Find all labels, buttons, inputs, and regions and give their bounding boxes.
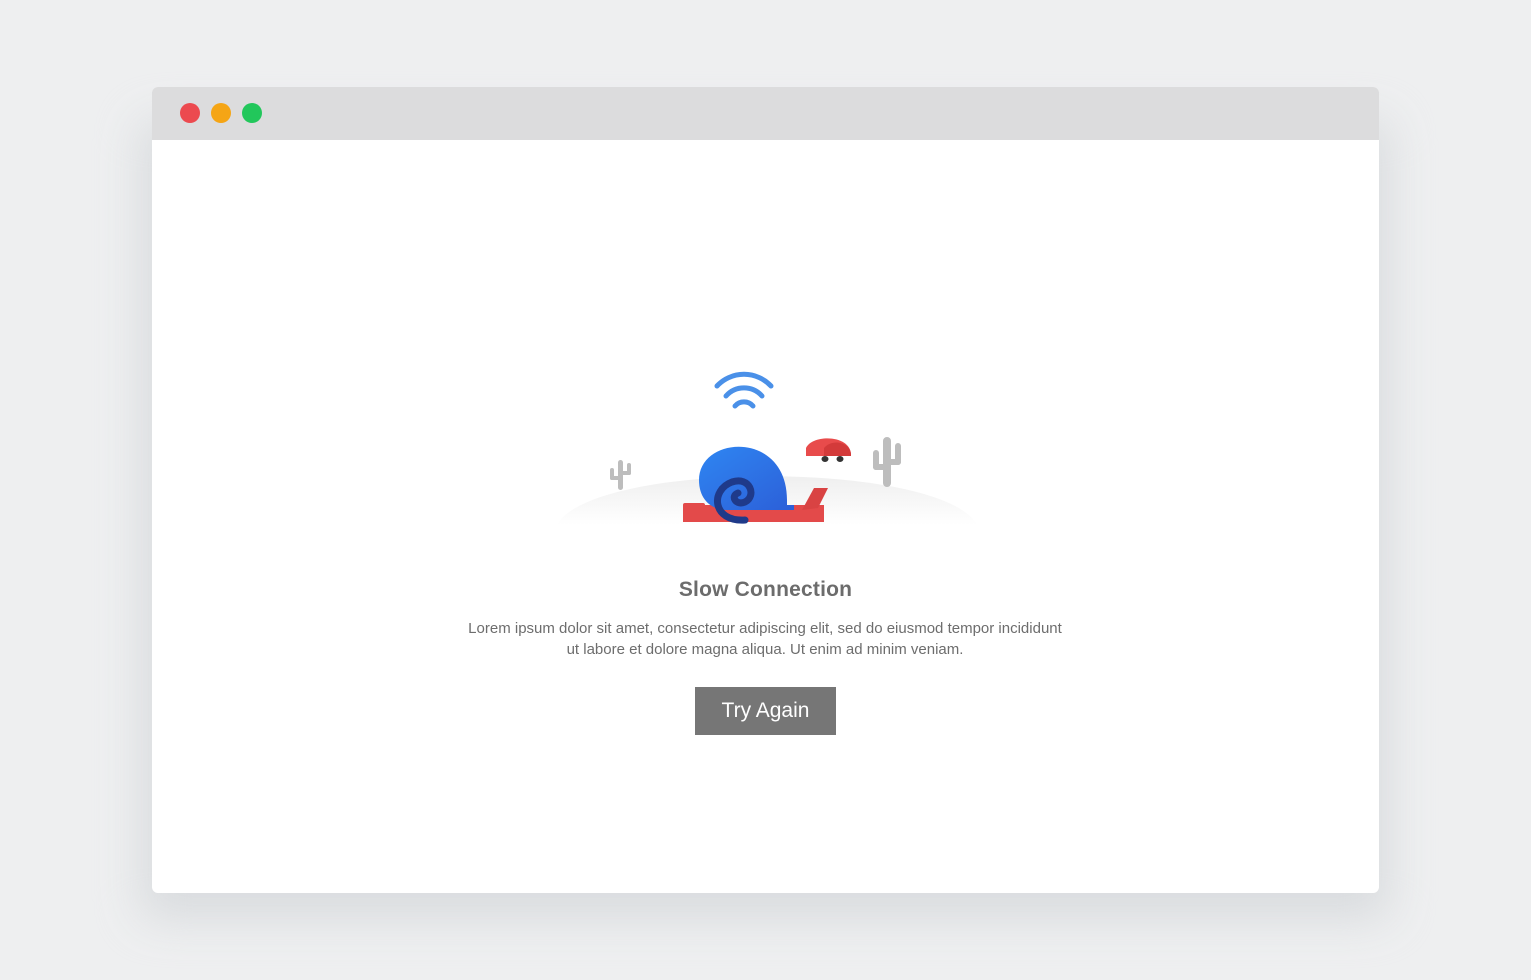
- page-title: Slow Connection: [678, 578, 853, 601]
- close-window-button[interactable]: [180, 103, 200, 123]
- wifi-icon: [714, 371, 774, 409]
- large-cactus-icon: [873, 437, 901, 487]
- slow-connection-snail-icon: [557, 371, 977, 525]
- small-cactus-icon: [610, 460, 631, 490]
- browser-window: Slow Connection Lorem ipsum dolor sit am…: [152, 87, 1379, 893]
- try-again-button[interactable]: Try Again: [695, 687, 836, 735]
- page-description: Lorem ipsum dolor sit amet, consectetur …: [468, 620, 1062, 658]
- maximize-window-button[interactable]: [242, 103, 262, 123]
- window-titlebar: [152, 87, 1379, 140]
- page-content: Slow Connection Lorem ipsum dolor sit am…: [152, 140, 1379, 893]
- minimize-window-button[interactable]: [211, 103, 231, 123]
